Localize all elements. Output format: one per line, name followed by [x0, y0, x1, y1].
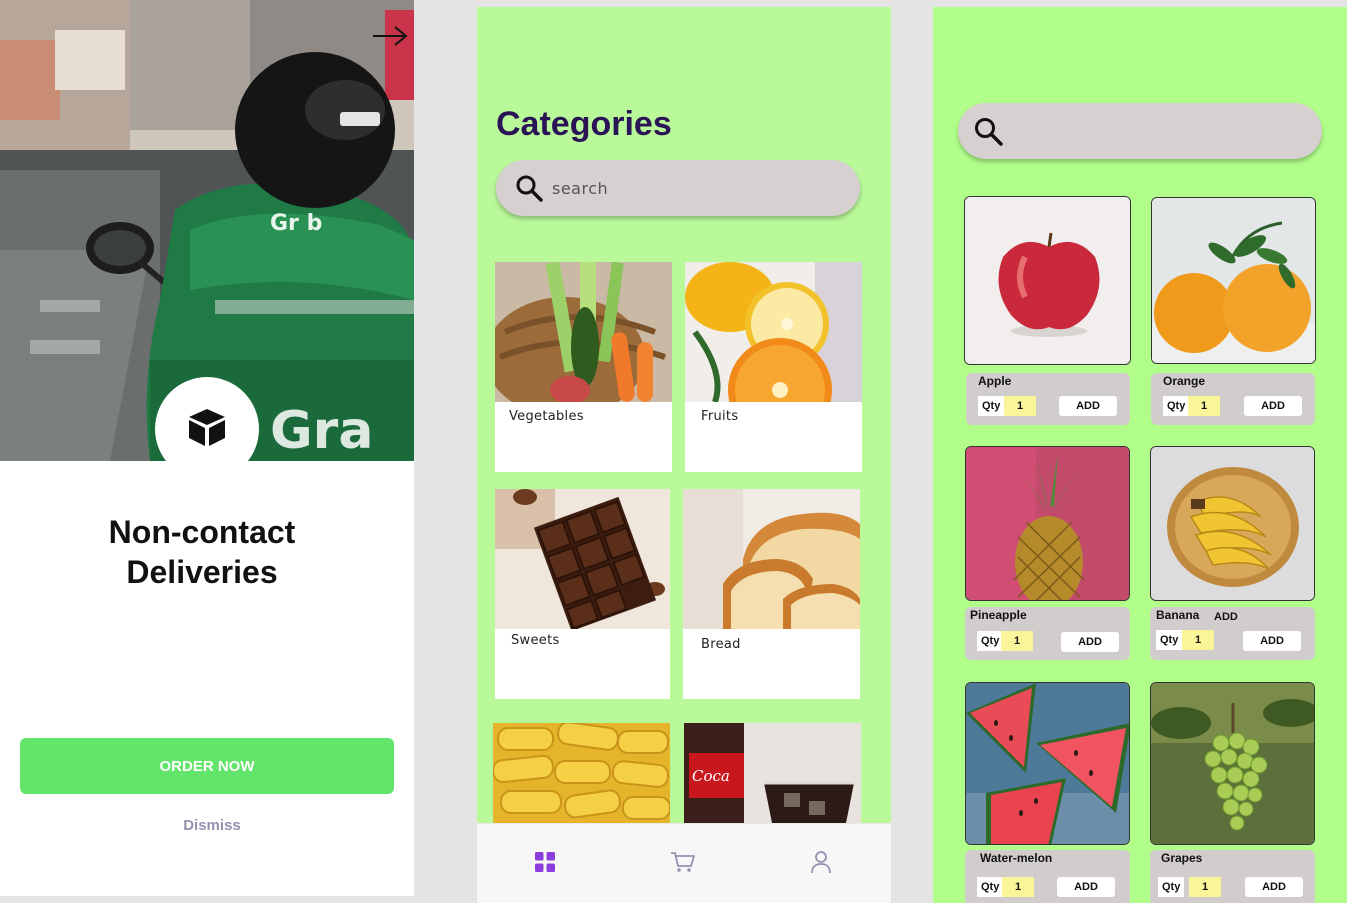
qty-label: Qty [977, 877, 1004, 897]
page-title: Categories [496, 105, 672, 143]
qty-input[interactable]: 1 [1189, 877, 1221, 897]
vegetables-image [495, 262, 672, 402]
order-now-button[interactable]: ORDER NOW [20, 738, 394, 794]
product-card-banana: Banana ADD Qty 1 ADD [1150, 607, 1315, 660]
product-card-watermelon: Water-melon Qty 1 ADD [965, 850, 1130, 903]
next-arrow-icon[interactable] [370, 22, 410, 50]
sweets-image [495, 489, 670, 629]
category-search-bar[interactable] [496, 160, 860, 216]
nav-categories[interactable] [529, 848, 561, 880]
search-icon [972, 115, 1004, 147]
onboarding-title: Non-contact Deliveries [0, 512, 404, 592]
cart-icon [670, 850, 696, 879]
svg-text:Gr b: Gr b [270, 211, 322, 236]
nav-profile[interactable] [805, 848, 837, 880]
product-name: Apple [978, 374, 1012, 388]
category-card-fruits[interactable]: Fruits [685, 262, 862, 472]
category-card-bread[interactable]: Bread [683, 489, 860, 699]
drinks-image: Coca [684, 723, 861, 833]
package-box-icon [185, 405, 229, 454]
product-search-bar[interactable] [958, 103, 1322, 159]
product-image-banana[interactable] [1150, 446, 1315, 601]
product-image-pineapple[interactable] [965, 446, 1130, 601]
category-label: Vegetables [509, 409, 584, 424]
products-screen: Apple Qty 1 ADD Orange Qty 1 ADD Pineapp… [933, 7, 1347, 903]
product-name: Pineapple [970, 608, 1027, 622]
product-card-pineapple: Pineapple Qty 1 ADD [965, 607, 1130, 660]
product-name: Water-melon [980, 851, 1053, 865]
search-input[interactable] [552, 178, 812, 198]
banana-add-label: ADD [1214, 611, 1238, 623]
product-name: Grapes [1161, 851, 1203, 865]
qty-label: Qty [978, 396, 1005, 416]
product-card-grapes: Grapes Qty 1 ADD [1150, 850, 1315, 903]
add-button[interactable]: ADD [1059, 396, 1117, 416]
qty-label: Qty [1156, 630, 1183, 650]
bread-image [683, 489, 860, 629]
qty-input[interactable]: 1 [1002, 877, 1034, 897]
category-label: Sweets [511, 633, 560, 648]
qty-label: Qty [1158, 877, 1185, 897]
package-badge [155, 377, 259, 481]
grid-icon [533, 850, 557, 879]
category-label: Fruits [701, 409, 739, 424]
pasta-image [493, 723, 670, 833]
category-card-sweets[interactable]: Sweets [495, 489, 670, 699]
product-image-orange[interactable] [1151, 197, 1316, 364]
user-icon [809, 850, 833, 879]
onboarding-screen: Gr b Gra Non-contact Deliveries ORDER NO… [0, 0, 414, 896]
category-card-vegetables[interactable]: Vegetables [495, 262, 672, 472]
product-image-grapes[interactable] [1150, 682, 1315, 845]
categories-screen: Categories search Vegetables Fruits Swee… [477, 7, 891, 903]
dismiss-link[interactable]: Dismiss [0, 817, 414, 834]
fruits-image [685, 262, 862, 402]
title-line-1: Non-contact [108, 514, 296, 550]
product-image-apple[interactable] [964, 196, 1131, 365]
search-icon [514, 173, 544, 203]
qty-input[interactable]: 1 [1188, 396, 1220, 416]
category-card-drinks[interactable]: Coca [684, 723, 861, 833]
qty-input[interactable]: 1 [1182, 630, 1214, 650]
search-input[interactable] [1014, 122, 1294, 140]
qty-label: Qty [977, 631, 1004, 651]
product-card-apple: Apple Qty 1 ADD [966, 373, 1130, 425]
add-button[interactable]: ADD [1244, 396, 1302, 416]
qty-input[interactable]: 1 [1001, 631, 1033, 651]
add-button[interactable]: ADD [1245, 877, 1303, 897]
product-card-orange: Orange Qty 1 ADD [1151, 373, 1315, 425]
category-card-pasta[interactable] [493, 723, 670, 833]
nav-cart[interactable] [667, 848, 699, 880]
product-image-watermelon[interactable] [965, 682, 1130, 845]
add-button[interactable]: ADD [1243, 631, 1301, 651]
svg-text:Coca: Coca [692, 767, 730, 785]
product-name: Banana [1156, 608, 1200, 622]
bottom-nav [477, 823, 891, 903]
category-label: Bread [701, 637, 741, 652]
add-button[interactable]: ADD [1057, 877, 1115, 897]
app-canvas: Gr b Gra Non-contact Deliveries ORDER NO… [0, 0, 1347, 903]
title-line-2: Deliveries [126, 554, 278, 590]
qty-label: Qty [1163, 396, 1190, 416]
add-button[interactable]: ADD [1061, 632, 1119, 652]
svg-text:Gra: Gra [270, 401, 373, 461]
qty-input[interactable]: 1 [1004, 396, 1036, 416]
product-name: Orange [1163, 374, 1206, 388]
